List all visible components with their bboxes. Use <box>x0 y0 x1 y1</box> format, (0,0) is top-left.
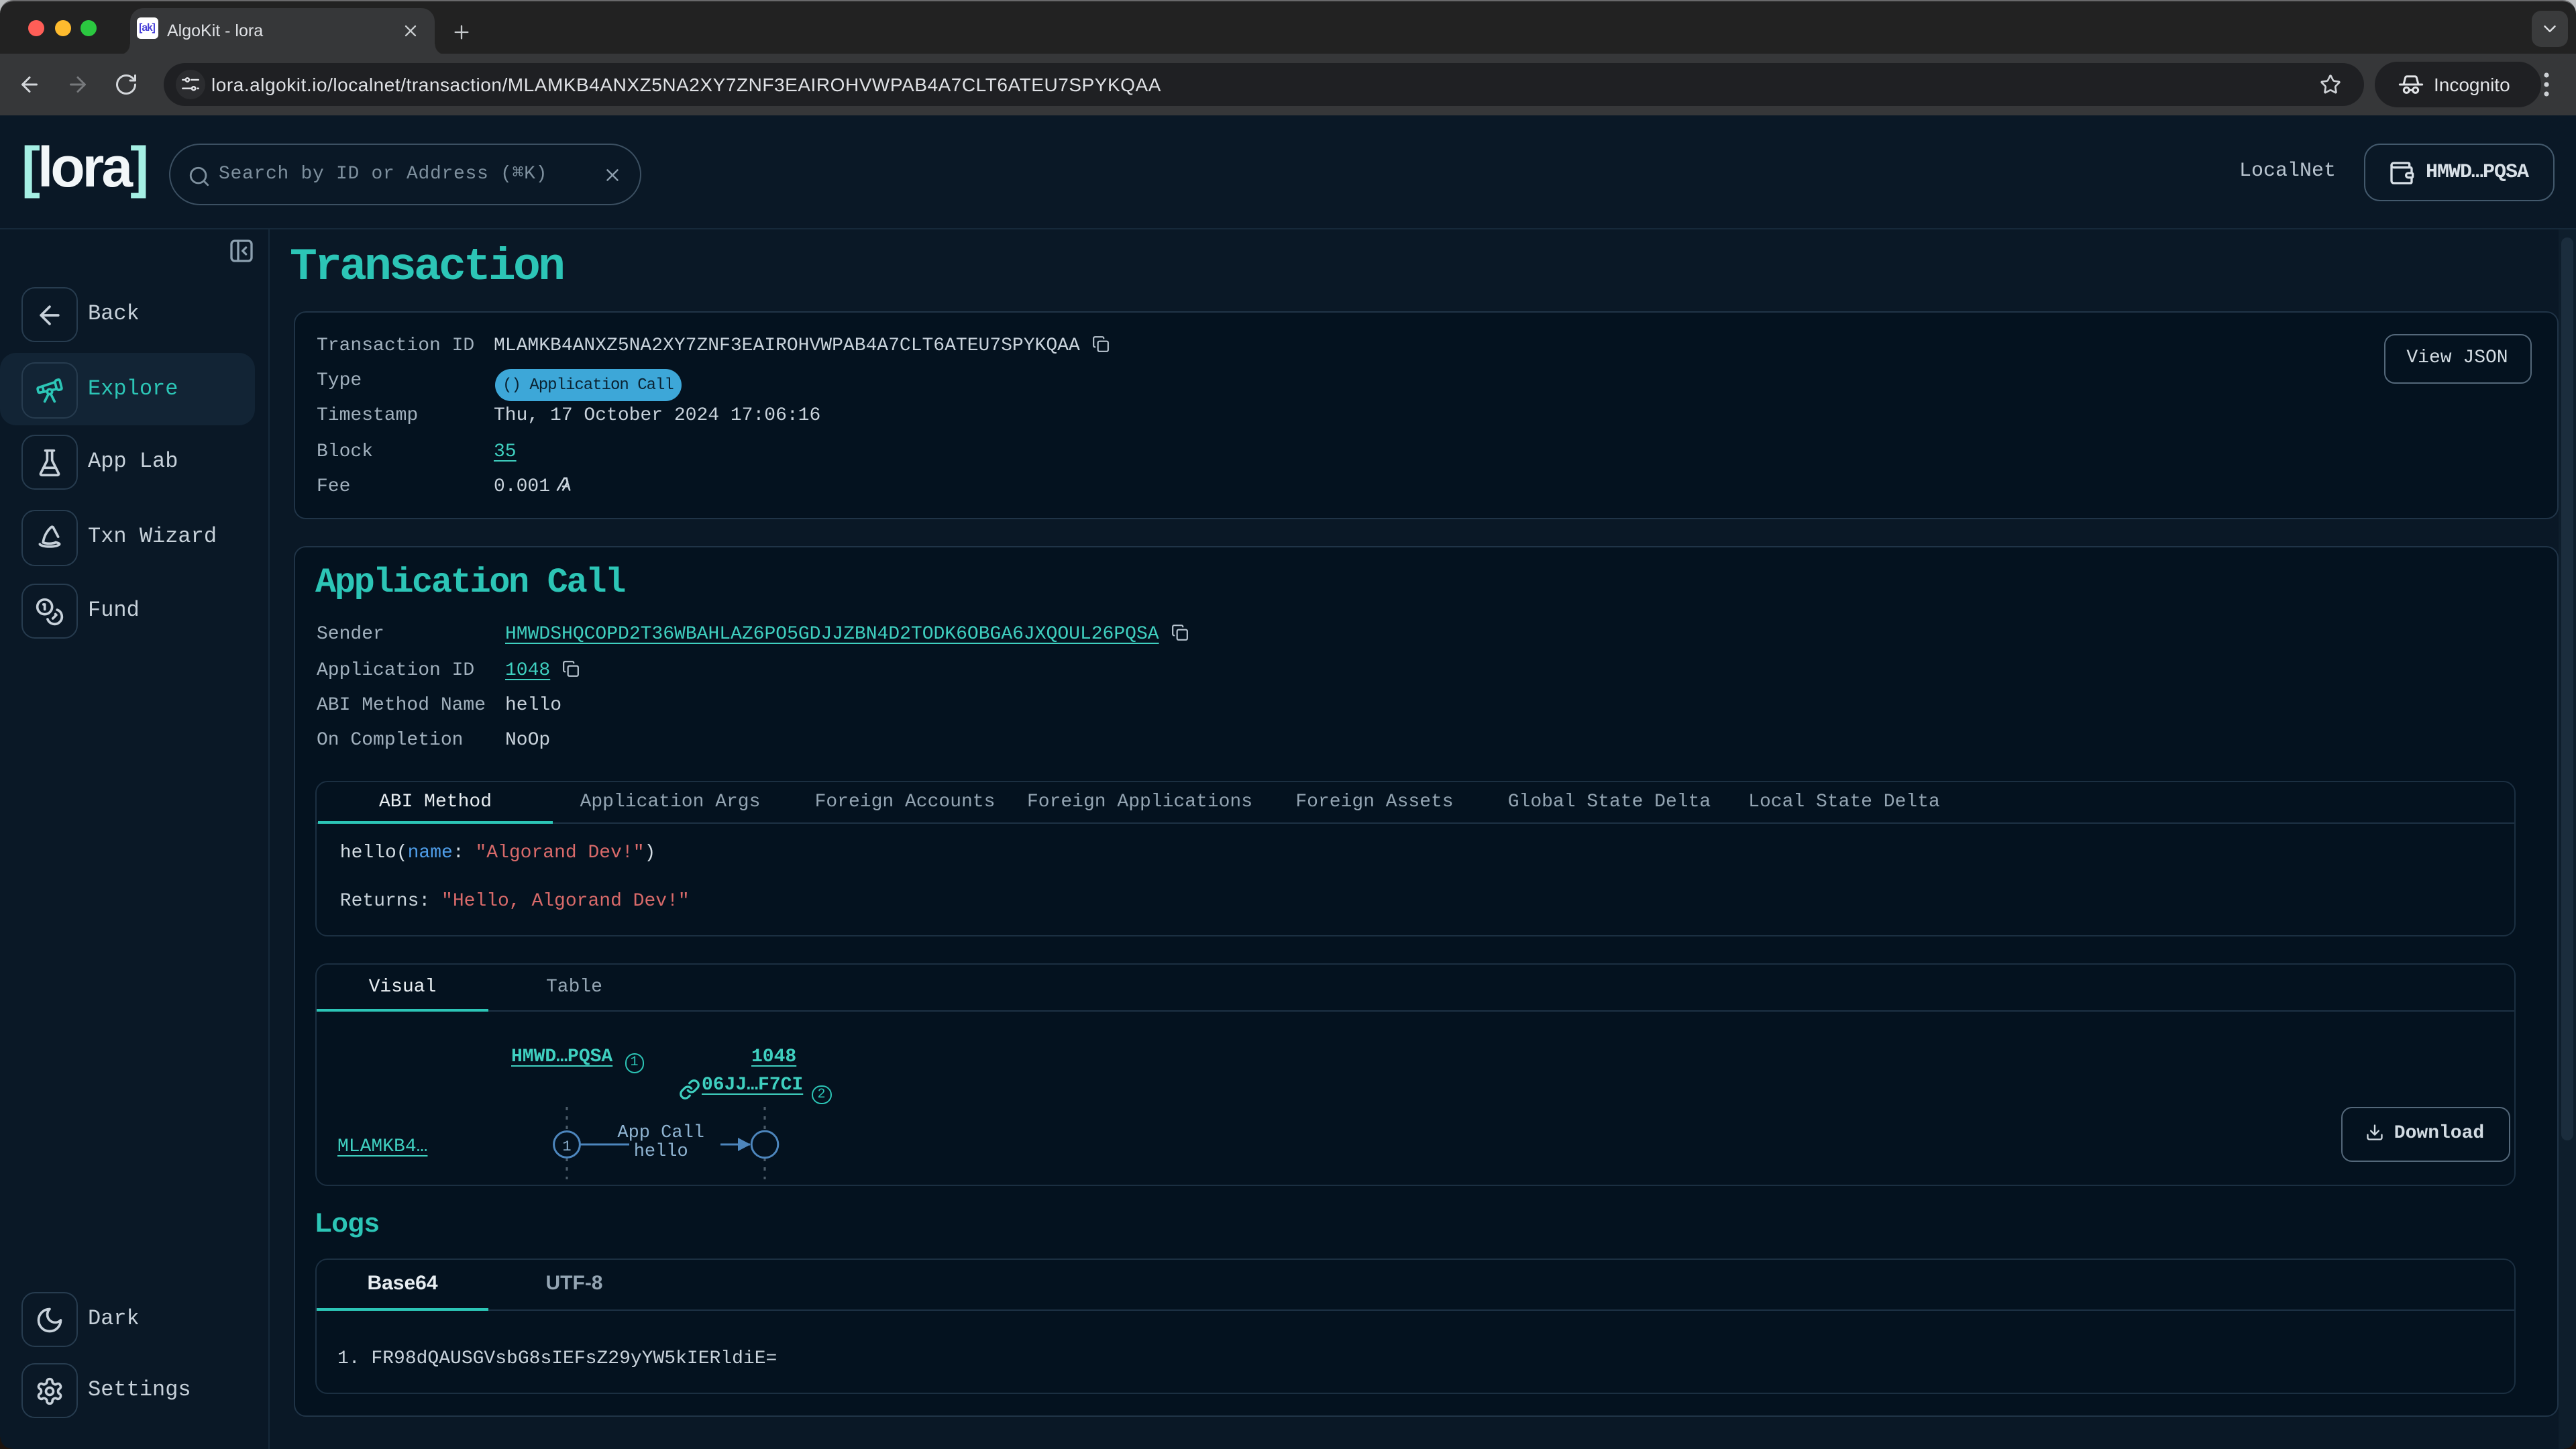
svg-text:1: 1 <box>563 1138 572 1155</box>
svg-text:App Call: App Call <box>618 1123 705 1143</box>
svg-text:hello: hello <box>634 1142 688 1162</box>
